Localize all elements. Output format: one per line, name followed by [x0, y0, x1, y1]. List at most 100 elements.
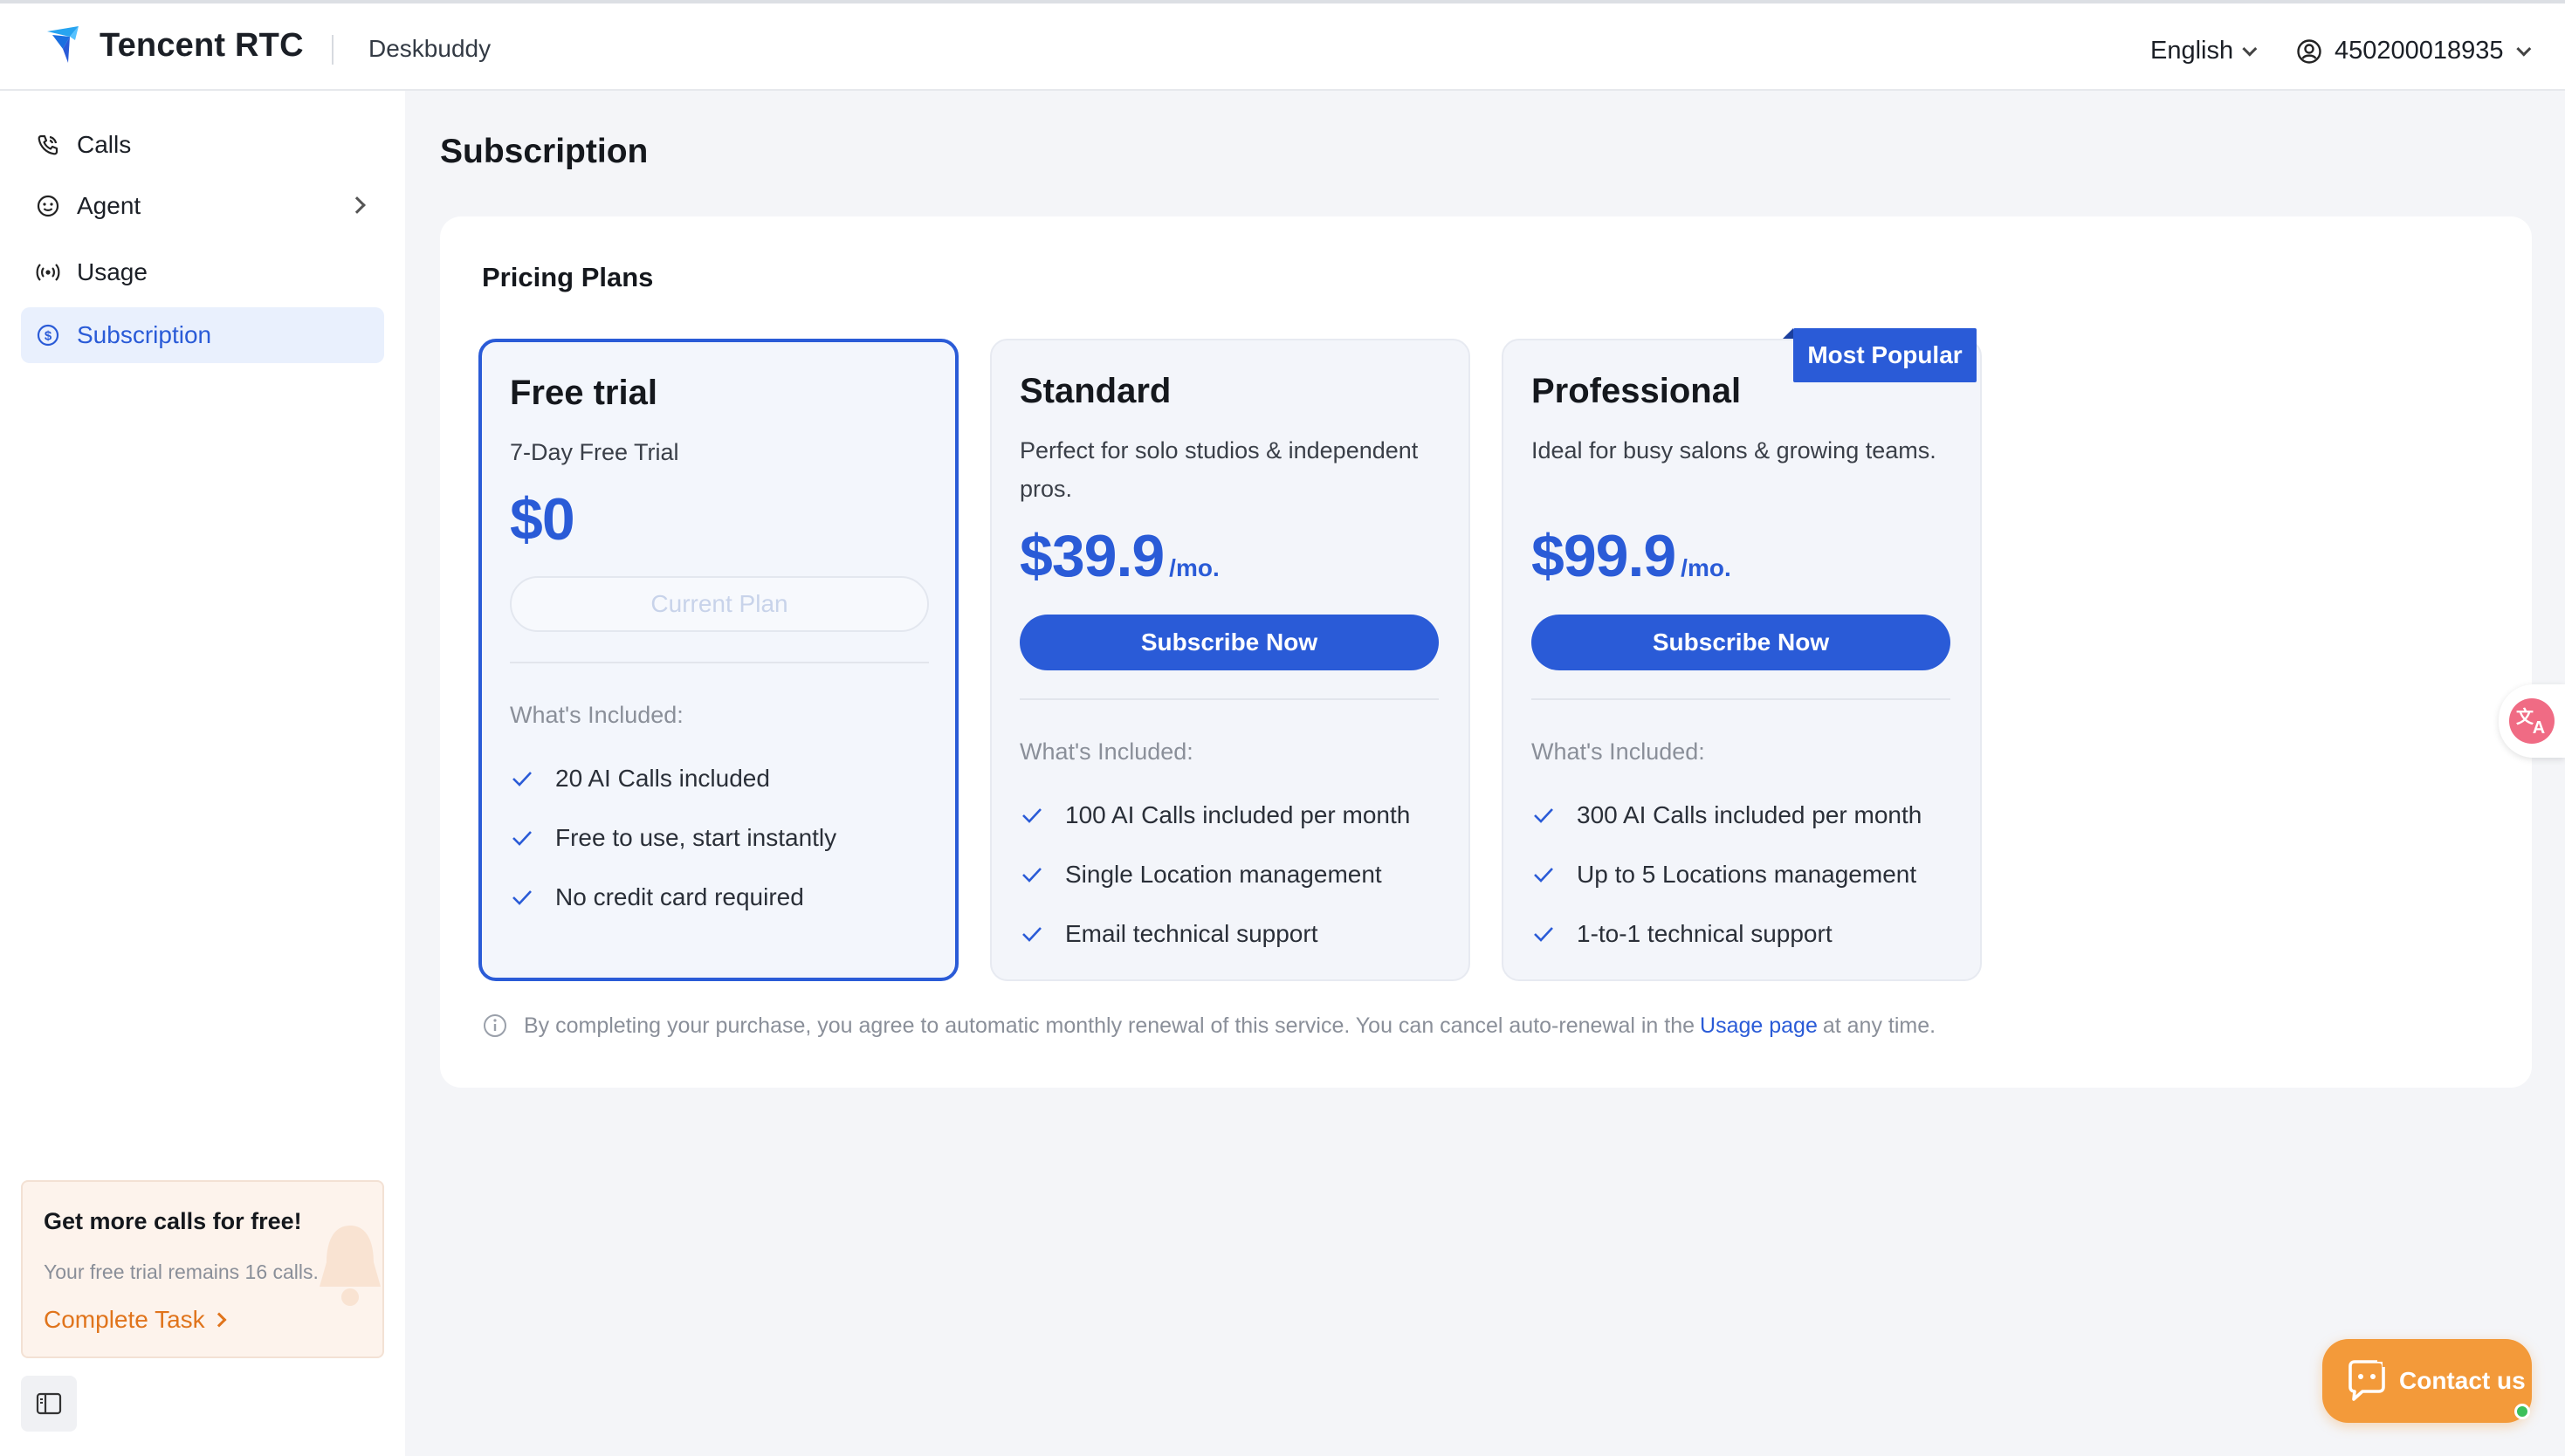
- feature-item: No credit card required: [510, 883, 804, 911]
- feature-item: 1-to-1 technical support: [1531, 920, 1833, 948]
- tencent-rtc-logo-icon: [47, 26, 79, 63]
- account-menu[interactable]: 450200018935: [2296, 37, 2531, 65]
- plan-card-standard[interactable]: Standard Perfect for solo studios & inde…: [990, 339, 1470, 981]
- plan-card-free-trial[interactable]: Free trial 7-Day Free Trial $0 Current P…: [478, 339, 959, 981]
- feature-text: 100 AI Calls included per month: [1065, 801, 1411, 828]
- sidebar-item-agent[interactable]: Agent: [21, 178, 384, 234]
- feature-text: Up to 5 Locations management: [1577, 861, 1917, 888]
- feature-text: Single Location management: [1065, 861, 1382, 888]
- sidebar-item-label: Agent: [77, 192, 141, 219]
- note-text-end: at any time.: [1822, 1013, 1936, 1038]
- plan-price: $39.9/mo.: [1020, 522, 1220, 590]
- translate-icon: 文 A: [2509, 698, 2555, 744]
- divider: [1020, 698, 1439, 700]
- check-icon: [1022, 927, 1042, 942]
- feature-text: 20 AI Calls included: [555, 765, 770, 792]
- app-name: Deskbuddy: [368, 35, 492, 62]
- robot-icon: [35, 193, 61, 219]
- divider: [510, 662, 929, 663]
- feature-item: 20 AI Calls included: [510, 765, 770, 793]
- dollar-icon: $: [35, 322, 61, 348]
- subscribe-now-button[interactable]: Subscribe Now: [1531, 615, 1950, 670]
- price-value: $0: [510, 486, 575, 553]
- plan-price: $0: [510, 485, 575, 553]
- chat-bubble-icon: [2348, 1358, 2386, 1401]
- sidebar-item-subscription[interactable]: $ Subscription: [21, 307, 384, 363]
- included-label: What's Included:: [1020, 738, 1193, 765]
- feature-item: Free to use, start instantly: [510, 824, 836, 852]
- promo-subtitle: Your free trial remains 16 calls.: [44, 1260, 319, 1283]
- check-icon: [1534, 927, 1553, 942]
- price-period: /mo.: [1681, 554, 1731, 581]
- feature-text: Email technical support: [1065, 920, 1318, 947]
- feature-text: 1-to-1 technical support: [1577, 920, 1833, 947]
- sidebar-item-calls[interactable]: Calls: [21, 117, 384, 173]
- renewal-note: By completing your purchase, you agree t…: [482, 1013, 1936, 1039]
- brand-logo[interactable]: Tencent RTC: [44, 23, 304, 68]
- subscribe-now-button[interactable]: Subscribe Now: [1020, 615, 1439, 670]
- current-plan-button[interactable]: Current Plan: [510, 576, 929, 632]
- usage-page-link[interactable]: Usage page: [1700, 1013, 1818, 1039]
- check-icon: [1534, 808, 1553, 823]
- check-icon: [1022, 808, 1042, 823]
- check-icon: [512, 772, 532, 786]
- phone-icon: [35, 132, 61, 158]
- plan-name: Standard: [1020, 372, 1172, 410]
- account-id: 450200018935: [2335, 37, 2504, 65]
- check-icon: [1022, 868, 1042, 883]
- translate-button[interactable]: 文 A: [2499, 684, 2565, 758]
- feature-item: 300 AI Calls included per month: [1531, 801, 1922, 829]
- language-label: English: [2150, 37, 2234, 65]
- svg-text:A: A: [2533, 718, 2545, 738]
- feature-item: Email technical support: [1020, 920, 1317, 948]
- chevron-right-icon: [211, 1312, 227, 1328]
- signal-icon: [35, 259, 61, 285]
- info-icon: [484, 1014, 506, 1037]
- svg-text:$: $: [45, 329, 52, 344]
- sidebar: Calls Agent Usage $ Subscription Get mor…: [0, 91, 405, 1456]
- plan-description: Perfect for solo studios & independent p…: [1020, 437, 1419, 502]
- feature-item: Single Location management: [1020, 861, 1382, 889]
- promo-title: Get more calls for free!: [44, 1208, 302, 1234]
- bell-icon: [320, 1226, 381, 1306]
- feature-text: Free to use, start instantly: [555, 824, 837, 851]
- plan-description: 7-Day Free Trial: [510, 439, 679, 465]
- brand-name: Tencent RTC: [100, 26, 304, 64]
- contact-us-label: Contact us: [2399, 1367, 2526, 1394]
- top-bar: Tencent RTC Deskbuddy English 4502000189…: [0, 0, 2565, 91]
- complete-task-link[interactable]: Complete Task: [44, 1306, 227, 1334]
- badge-fold: [1783, 328, 1793, 339]
- plan-card-professional[interactable]: Professional Ideal for busy salons & gro…: [1502, 339, 1982, 981]
- price-value: $39.9: [1020, 523, 1165, 589]
- included-label: What's Included:: [1531, 738, 1705, 765]
- feature-item: Up to 5 Locations management: [1531, 861, 1916, 889]
- divider: [1531, 698, 1950, 700]
- sidebar-item-label: Usage: [77, 258, 148, 285]
- sidebar-item-label: Calls: [77, 131, 132, 158]
- plan-description: Ideal for busy salons & growing teams.: [1531, 437, 1936, 464]
- plan-name: Professional: [1531, 372, 1742, 410]
- sidebar-collapse-button[interactable]: [21, 1376, 77, 1432]
- user-circle-icon: [2297, 38, 2321, 64]
- complete-task-label: Complete Task: [44, 1306, 205, 1333]
- promo-card: Get more calls for free! Your free trial…: [21, 1180, 384, 1358]
- language-selector[interactable]: English: [2150, 37, 2258, 65]
- feature-item: 100 AI Calls included per month: [1020, 801, 1410, 829]
- chevron-down-icon: [2515, 41, 2531, 57]
- contact-us-button[interactable]: Contact us: [2322, 1339, 2532, 1423]
- most-popular-badge: Most Popular: [1793, 328, 1977, 382]
- chevron-down-icon: [2242, 41, 2258, 57]
- section-title: Pricing Plans: [482, 262, 654, 292]
- header-divider: [332, 35, 334, 65]
- included-label: What's Included:: [510, 702, 684, 728]
- plan-name: Free trial: [510, 374, 657, 412]
- sidebar-item-label: Subscription: [77, 321, 212, 348]
- feature-text: No credit card required: [555, 883, 804, 910]
- chevron-right-icon: [348, 196, 366, 214]
- price-value: $99.9: [1531, 523, 1676, 589]
- online-status-dot: [2514, 1404, 2530, 1419]
- page-title: Subscription: [440, 133, 649, 170]
- note-text: By completing your purchase, you agree t…: [524, 1013, 1695, 1038]
- feature-text: 300 AI Calls included per month: [1577, 801, 1922, 828]
- sidebar-item-usage[interactable]: Usage: [21, 244, 384, 300]
